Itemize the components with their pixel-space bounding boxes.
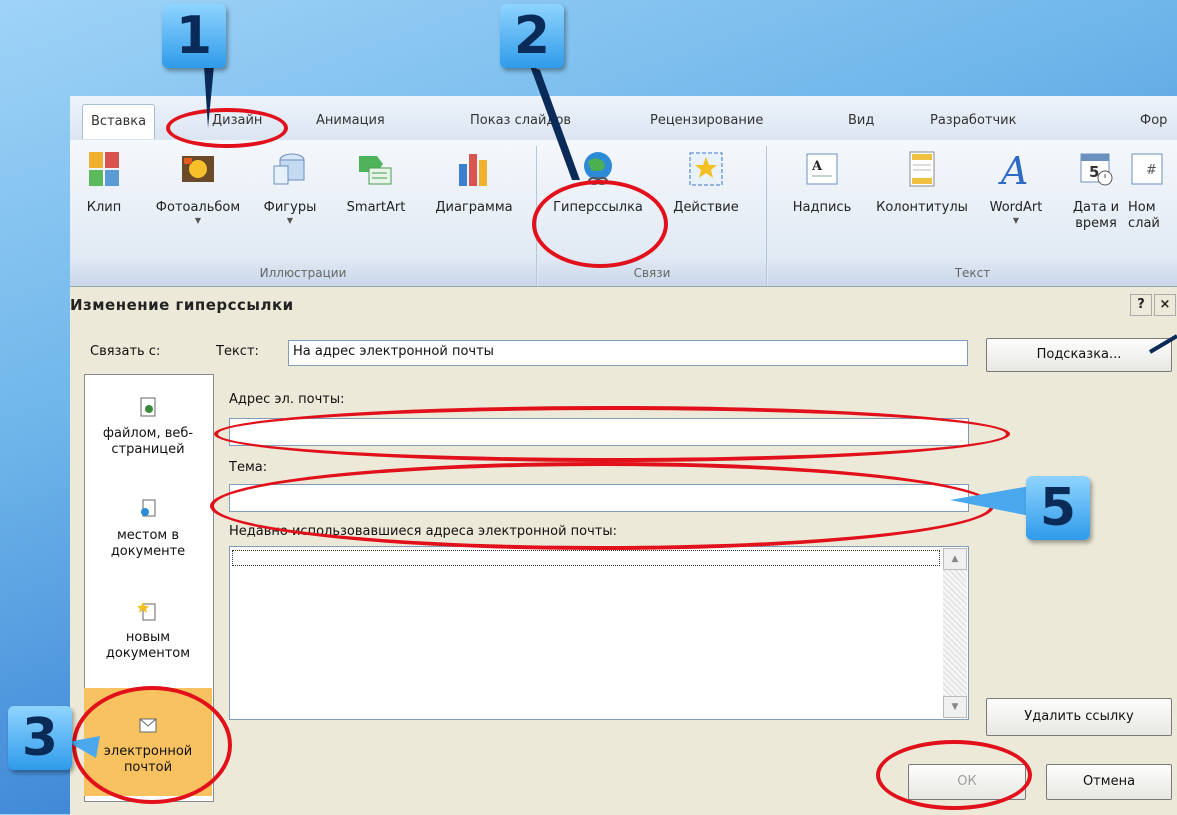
step-badge-2: 2 <box>500 4 564 68</box>
callout-pointers <box>68 66 1177 758</box>
callout-pointer-1 <box>204 66 214 128</box>
callout-pointer-4 <box>1148 334 1177 354</box>
step-badge-3: 3 <box>8 706 72 770</box>
callout-pointer-3 <box>68 736 100 758</box>
callout-pointer-2 <box>530 66 580 180</box>
callout-pointer-5 <box>950 486 1030 516</box>
step-badge-1: 1 <box>162 4 226 68</box>
step-badge-5: 5 <box>1026 476 1090 540</box>
